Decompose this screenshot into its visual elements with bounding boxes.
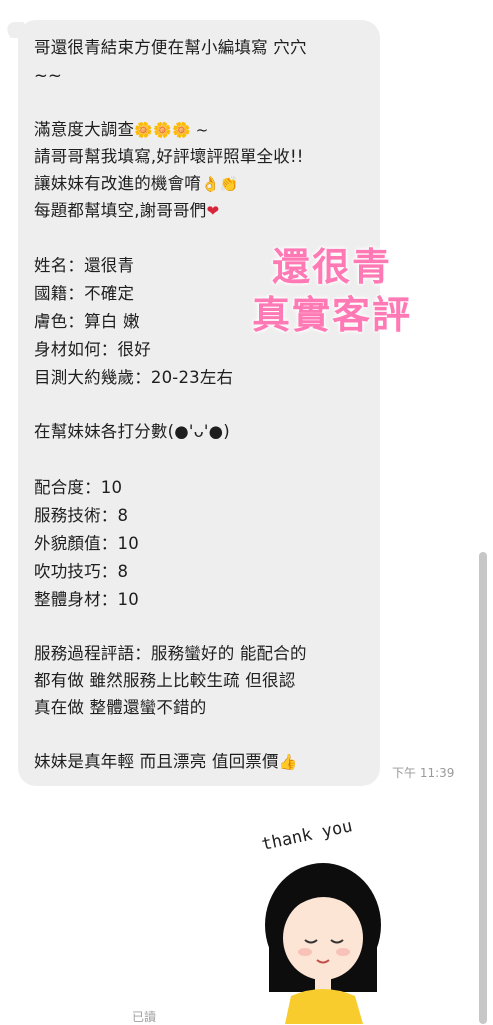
field-name: 姓名：還很青 bbox=[34, 256, 135, 275]
message-line-2: ~~ bbox=[34, 66, 63, 85]
thanks-text: 每題都幫填空,謝哥哥們 bbox=[34, 201, 207, 220]
score-technique: 服務技術：8 bbox=[34, 506, 129, 525]
read-receipt: 已讀 bbox=[132, 1010, 157, 1024]
comment-line-2: 都有做 雖然服務上比較生疏 但很認 bbox=[34, 671, 296, 690]
field-nationality: 國籍：不確定 bbox=[34, 284, 135, 303]
watermark-line-2: 真實客評 bbox=[252, 292, 413, 337]
scrollbar-thumb[interactable] bbox=[479, 552, 487, 1024]
message-line-request: 請哥哥幫我填寫,好評壞評照單全收!! bbox=[34, 147, 304, 166]
sticker-caption: thank you bbox=[260, 816, 354, 855]
flower-icon: 🌼🌼🌼 ~ bbox=[134, 121, 209, 139]
left-blush bbox=[298, 948, 312, 956]
field-skin: 膚色：算白 嫩 bbox=[34, 312, 140, 331]
thank-you-sticker[interactable]: thank you bbox=[245, 810, 405, 1024]
score-cooperation: 配合度：10 bbox=[34, 478, 123, 497]
message-line-thanks: 每題都幫填空,謝哥哥們❤ bbox=[34, 199, 219, 223]
hand-icon: 👌👏 bbox=[201, 175, 239, 193]
right-blush bbox=[336, 948, 350, 956]
score-oral: 吹功技巧：8 bbox=[34, 562, 129, 581]
message-line-1: 哥還很青結束方便在幫小編填寫 穴穴 bbox=[34, 38, 307, 57]
face bbox=[283, 896, 363, 980]
thumbs-up-icon: 👍 bbox=[278, 753, 298, 771]
comment-line-1: 服務過程評語：服務蠻好的 能配合的 bbox=[34, 644, 307, 663]
improve-text: 讓妹妹有改進的機會唷 bbox=[34, 174, 201, 193]
yellow-dress bbox=[285, 989, 363, 1024]
score-body: 整體身材：10 bbox=[34, 590, 139, 609]
final-text: 妹妹是真年輕 而且漂亮 值回票價 bbox=[34, 752, 279, 771]
comment-line-3: 真在做 整體還蠻不錯的 bbox=[34, 698, 207, 717]
message-final-line: 妹妹是真年輕 而且漂亮 值回票價👍 bbox=[34, 750, 298, 774]
watermark-line-1: 還很青 bbox=[272, 244, 393, 289]
message-timestamp: 下午 11:39 bbox=[392, 766, 455, 780]
score-heading: 在幫妹妹各打分數(●'ᴗ'●) bbox=[34, 422, 230, 441]
survey-title-text: 滿意度大調查 bbox=[34, 120, 135, 139]
heart-icon: ❤ bbox=[206, 202, 220, 220]
neck bbox=[315, 978, 331, 990]
message-line-improve: 讓妹妹有改進的機會唷👌👏 bbox=[34, 172, 239, 196]
message-line-survey-title: 滿意度大調查🌼🌼🌼 ~ bbox=[34, 118, 209, 142]
field-figure: 身材如何：很好 bbox=[34, 340, 151, 359]
score-appearance: 外貌顏值：10 bbox=[34, 534, 139, 553]
field-age: 目測大約幾歲：20-23左右 bbox=[34, 368, 234, 387]
